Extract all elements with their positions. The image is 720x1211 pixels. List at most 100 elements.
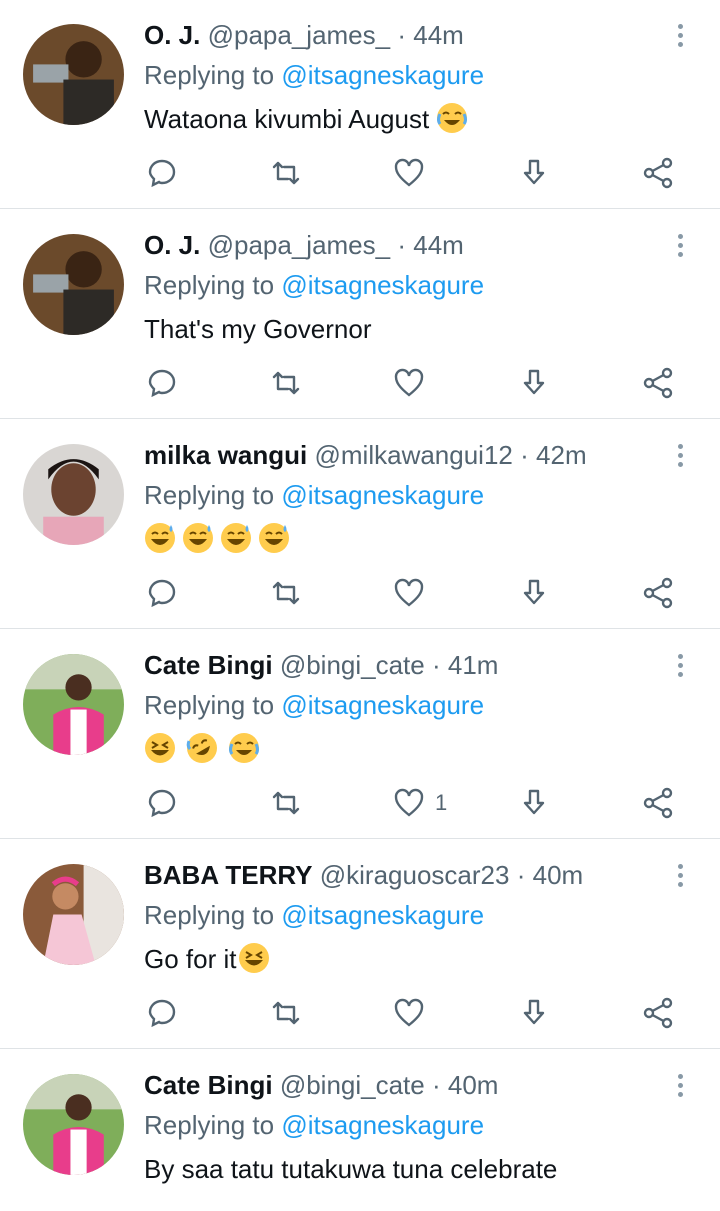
share-icon <box>643 367 673 399</box>
mention-link[interactable]: @itsagneskagure <box>281 480 484 510</box>
like-button[interactable]: 1 <box>393 778 447 828</box>
separator: · <box>397 230 407 260</box>
share-button[interactable] <box>642 778 674 828</box>
share-icon <box>643 577 673 609</box>
timestamp[interactable]: 40m <box>448 1070 499 1100</box>
download-button[interactable] <box>518 778 550 828</box>
tweet[interactable]: O. J. @papa_james_ · 44m Replying to @it… <box>0 210 720 419</box>
handle[interactable]: @bingi_cate <box>280 1070 425 1100</box>
more-vertical-icon[interactable] <box>670 864 690 887</box>
heart-icon <box>394 998 424 1027</box>
mention-link[interactable]: @itsagneskagure <box>281 270 484 300</box>
avatar[interactable] <box>23 24 124 125</box>
grinning-squinting-icon <box>145 733 175 763</box>
tweet[interactable]: milka wangui @milkawangui12 · 42m Replyi… <box>0 420 720 629</box>
mention-link[interactable]: @itsagneskagure <box>281 60 484 90</box>
reply-button[interactable] <box>146 778 178 828</box>
like-count: 1 <box>435 790 448 815</box>
retweet-button[interactable] <box>270 568 302 618</box>
replying-to-label: Replying to <box>144 690 275 720</box>
tweet-text: Wataona kivumbi August <box>144 99 474 139</box>
download-button[interactable] <box>518 358 550 408</box>
tweet[interactable]: Cate Bingi @bingi_cate · 41m Replying to… <box>0 630 720 839</box>
display-name[interactable]: O. J. <box>144 20 200 50</box>
like-button[interactable] <box>393 358 425 408</box>
like-button[interactable] <box>393 148 425 198</box>
more-vertical-icon[interactable] <box>670 1074 690 1097</box>
like-button[interactable] <box>393 568 425 618</box>
like-button[interactable] <box>393 988 425 1038</box>
tweet-header: O. J. @papa_james_ · 44m <box>144 226 660 264</box>
heart-icon <box>394 158 424 187</box>
tweet[interactable]: O. J. @papa_james_ · 44m Replying to @it… <box>0 0 720 209</box>
display-name[interactable]: milka wangui <box>144 440 307 470</box>
retweet-button[interactable] <box>270 988 302 1038</box>
handle[interactable]: @bingi_cate <box>280 650 425 680</box>
handle[interactable]: @milkawangui12 <box>315 440 513 470</box>
handle[interactable]: @kiraguoscar23 <box>320 860 510 890</box>
share-button[interactable] <box>642 358 674 408</box>
mention-link[interactable]: @itsagneskagure <box>281 1110 484 1140</box>
tweet[interactable]: Cate Bingi @bingi_cate · 40m Replying to… <box>0 1050 720 1211</box>
reply-icon <box>148 789 176 818</box>
reply-icon <box>148 999 176 1028</box>
replying-to-label: Replying to <box>144 900 275 930</box>
share-icon <box>643 787 673 819</box>
mention-link[interactable]: @itsagneskagure <box>281 690 484 720</box>
handle[interactable]: @papa_james_ <box>208 230 391 260</box>
retweet-button[interactable] <box>270 148 302 198</box>
timestamp[interactable]: 41m <box>448 650 499 680</box>
more-vertical-icon[interactable] <box>670 24 690 47</box>
separator: · <box>397 20 407 50</box>
reply-button[interactable] <box>146 988 178 1038</box>
tweet-text: Go for it <box>144 939 276 979</box>
download-icon <box>523 159 545 185</box>
tweet-header: O. J. @papa_james_ · 44m <box>144 16 660 54</box>
tweet-header: Cate Bingi @bingi_cate · 41m <box>144 646 660 684</box>
handle[interactable]: @papa_james_ <box>208 20 391 50</box>
reply-button[interactable] <box>146 148 178 198</box>
replying-to: Replying to @itsagneskagure <box>144 686 484 724</box>
display-name[interactable]: Cate Bingi <box>144 650 273 680</box>
avatar[interactable] <box>23 864 124 965</box>
tweet-text-content: Wataona kivumbi August <box>144 104 430 134</box>
more-vertical-icon[interactable] <box>670 444 690 467</box>
replying-to: Replying to @itsagneskagure <box>144 266 484 304</box>
avatar[interactable] <box>23 654 124 755</box>
reply-button[interactable] <box>146 568 178 618</box>
replying-to: Replying to @itsagneskagure <box>144 896 484 934</box>
display-name[interactable]: Cate Bingi <box>144 1070 273 1100</box>
avatar[interactable] <box>23 234 124 335</box>
timestamp[interactable]: 44m <box>413 230 464 260</box>
share-icon <box>643 157 673 189</box>
download-icon <box>523 579 545 605</box>
retweet-button[interactable] <box>270 778 302 828</box>
heart-icon <box>394 368 424 397</box>
share-button[interactable] <box>642 148 674 198</box>
display-name[interactable]: BABA TERRY <box>144 860 313 890</box>
avatar[interactable] <box>23 1074 124 1175</box>
tweet-text: That's my Governor <box>144 309 371 349</box>
avatar[interactable] <box>23 444 124 545</box>
download-button[interactable] <box>518 568 550 618</box>
heart-icon <box>394 788 424 817</box>
retweet-icon <box>272 581 300 605</box>
retweet-button[interactable] <box>270 358 302 408</box>
reply-icon <box>148 579 176 608</box>
reply-button[interactable] <box>146 358 178 408</box>
download-button[interactable] <box>518 988 550 1038</box>
download-button[interactable] <box>518 148 550 198</box>
timestamp[interactable]: 44m <box>413 20 464 50</box>
more-vertical-icon[interactable] <box>670 654 690 677</box>
face-with-tears-of-joy-icon <box>229 733 259 763</box>
timestamp[interactable]: 42m <box>536 440 587 470</box>
download-icon <box>523 999 545 1025</box>
share-button[interactable] <box>642 568 674 618</box>
share-button[interactable] <box>642 988 674 1038</box>
replying-to: Replying to @itsagneskagure <box>144 1106 484 1144</box>
display-name[interactable]: O. J. <box>144 230 200 260</box>
timestamp[interactable]: 40m <box>533 860 584 890</box>
mention-link[interactable]: @itsagneskagure <box>281 900 484 930</box>
more-vertical-icon[interactable] <box>670 234 690 257</box>
tweet[interactable]: BABA TERRY @kiraguoscar23 · 40m Replying… <box>0 840 720 1049</box>
